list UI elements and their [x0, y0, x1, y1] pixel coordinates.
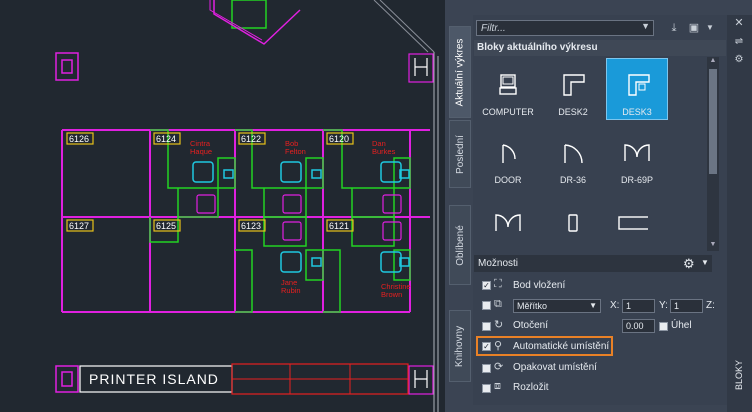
block-label: DESK3 — [622, 107, 652, 117]
scroll-down-icon[interactable]: ▼ — [707, 241, 719, 251]
scale-mode-select[interactable]: Měřítko ▼ — [513, 299, 601, 313]
room-number: 6125 — [156, 221, 176, 231]
explode-label: Rozložit — [513, 382, 549, 393]
room-number: 6121 — [329, 221, 349, 231]
options-header[interactable]: Možnosti — [474, 255, 712, 272]
door-icon — [502, 144, 516, 163]
insertion-point-icon: ⛶ — [494, 278, 502, 290]
scale-z-label: Z: — [706, 300, 715, 311]
options-gear-icon[interactable]: ⚙ — [683, 256, 695, 272]
occupant-name: Burkes — [372, 147, 396, 156]
block-gallery: COMPUTER DESK2 DESK3 DOOR DR-36 DR-69P — [474, 57, 706, 251]
rectangle-icon — [568, 214, 578, 232]
properties-icon[interactable]: ⚙ — [732, 53, 746, 67]
scale-mode-dropdown-icon[interactable]: ▼ — [589, 301, 597, 310]
room-number: 6127 — [69, 221, 89, 231]
occupant-name: Rubin — [281, 286, 301, 295]
filter-dropdown-icon[interactable]: ▼ — [641, 21, 650, 31]
scale-x-input[interactable]: 1 — [622, 299, 655, 313]
block-tile-door[interactable]: DOOR — [477, 127, 539, 189]
room-number: 6126 — [69, 134, 89, 144]
block-tile-desk3[interactable]: DESK3 — [606, 58, 668, 120]
tab-libraries[interactable]: Knihovny — [449, 310, 471, 382]
view-options-icon[interactable]: ▣ — [686, 20, 702, 36]
import-block-icon[interactable]: ⤓ — [666, 20, 682, 36]
block-tile-desk2[interactable]: DESK2 — [542, 59, 604, 121]
tab-recent[interactable]: Poslední — [449, 120, 471, 188]
gallery-scrollbar[interactable]: ▲ ▼ — [707, 57, 719, 251]
rotation-label: Otočení — [513, 320, 549, 331]
rotation-checkbox[interactable] — [482, 322, 491, 331]
options-caret-icon[interactable]: ▼ — [701, 258, 709, 267]
scale-y-input[interactable]: 1 — [670, 299, 703, 313]
block-label: COMPUTER — [482, 107, 534, 117]
blocks-palette: Aktuální výkres Poslední Oblíbené Knihov… — [445, 0, 752, 412]
scale-x-label: X: — [610, 300, 620, 311]
scale-checkbox[interactable] — [482, 301, 491, 310]
block-tile-dr36[interactable]: DR-36 — [542, 127, 604, 189]
auto-hide-icon[interactable]: ⇌ — [732, 35, 746, 49]
tab-current-drawing[interactable]: Aktuální výkres — [449, 26, 471, 118]
filter-input[interactable]: Filtr... ▼ — [476, 20, 654, 36]
block-tile-double-door[interactable] — [477, 197, 539, 251]
insertion-point-label: Bod vložení — [513, 280, 566, 291]
auto-placement-icon: ⚲ — [494, 340, 503, 352]
block-tile-dr69p[interactable]: DR-69P — [606, 127, 668, 189]
block-tile-wide-rectangle[interactable] — [606, 197, 668, 251]
explode-icon: ⧈ — [494, 380, 501, 392]
printer-island-label: PRINTER ISLAND — [89, 371, 219, 387]
cad-drawing-canvas[interactable]: 6126 6124 6122 6120 6127 6125 6123 6121 … — [0, 0, 445, 412]
tab-favorites[interactable]: Oblíbené — [449, 205, 471, 285]
double-door-icon — [495, 214, 521, 231]
rotation-angle-input[interactable]: 0.00 — [622, 319, 655, 333]
dr69p-icon — [624, 144, 650, 161]
occupant-name: Brown — [381, 290, 402, 299]
block-tile-computer[interactable]: COMPUTER — [477, 59, 539, 121]
block-label: DR-36 — [559, 175, 586, 185]
scroll-up-icon[interactable]: ▲ — [707, 57, 719, 67]
block-label: DESK2 — [558, 107, 588, 117]
room-number: 6124 — [156, 134, 176, 144]
scale-icon: ⧉ — [494, 298, 502, 310]
section-title: Bloky aktuálního výkresu — [474, 40, 726, 56]
scale-y-label: Y: — [659, 300, 668, 311]
occupant-name: Felton — [285, 147, 306, 156]
repeat-placement-label: Opakovat umístění — [513, 362, 597, 373]
palette-title: BLOKY — [734, 359, 745, 391]
block-tile-rectangle[interactable] — [542, 197, 604, 251]
room-number: 6120 — [329, 134, 349, 144]
room-number: 6123 — [241, 221, 261, 231]
desk2-icon — [563, 74, 585, 96]
repeat-placement-checkbox[interactable] — [482, 364, 491, 373]
angle-label: Úhel — [671, 320, 692, 331]
auto-placement-checkbox[interactable]: ✓ — [482, 342, 491, 351]
repeat-placement-icon: ⟳ — [494, 361, 504, 373]
explode-checkbox[interactable] — [482, 384, 491, 393]
close-icon[interactable]: ✕ — [732, 16, 746, 30]
block-label: DR-69P — [620, 175, 653, 185]
angle-checkbox[interactable] — [659, 322, 668, 331]
insertion-point-checkbox[interactable]: ✓ — [482, 281, 491, 290]
rotation-icon: ↻ — [494, 319, 504, 331]
canvas-corner — [430, 0, 445, 14]
room-number: 6122 — [241, 134, 261, 144]
occupant-name: Haque — [190, 147, 212, 156]
scrollbar-thumb[interactable] — [709, 69, 717, 174]
dr36-icon — [564, 144, 583, 164]
wide-rectangle-icon — [618, 216, 648, 230]
desk3-icon — [628, 74, 650, 96]
auto-placement-label: Automatické umístění — [513, 341, 610, 352]
computer-icon — [499, 74, 517, 95]
block-label: DOOR — [494, 175, 522, 185]
view-options-dropdown-icon[interactable]: ▼ — [702, 20, 718, 36]
